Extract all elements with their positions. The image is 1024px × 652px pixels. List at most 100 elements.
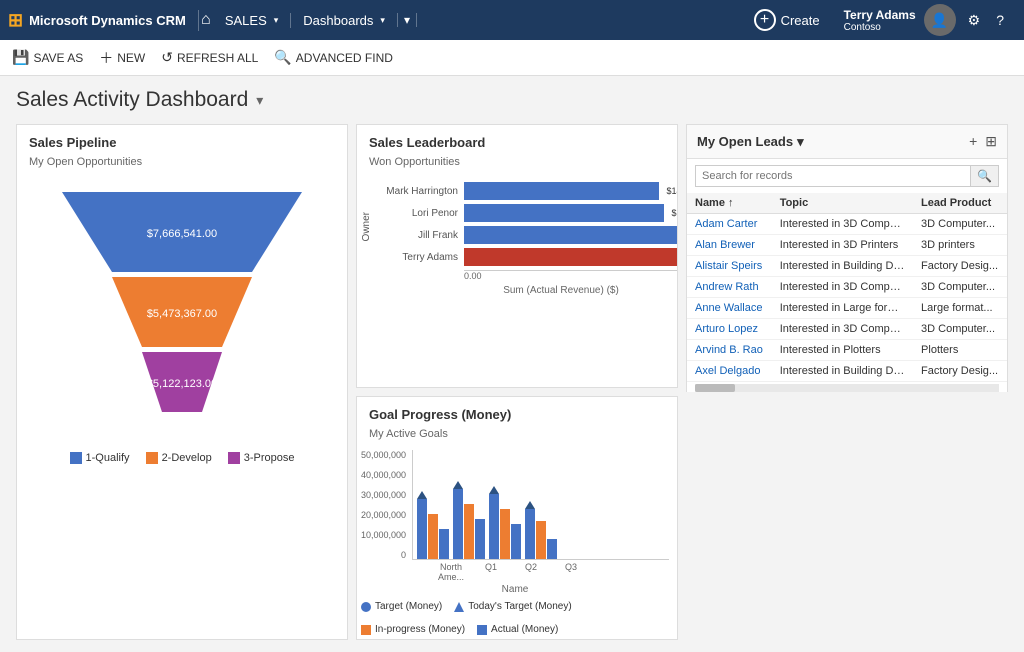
leads-col-topic[interactable]: Topic: [772, 193, 913, 214]
q3-inprogress-bar: [536, 521, 546, 559]
y-30m: 30,000,000: [361, 490, 406, 500]
terry-adams-label: Terry Adams: [378, 252, 458, 263]
leads-section-header: My Open Leads ▾ + ⊞: [687, 125, 1007, 159]
user-name: Terry Adams: [844, 8, 916, 22]
todays-target-triangle-icon: [454, 602, 464, 612]
lead-product: Factory Desig...: [913, 256, 1007, 277]
pipeline-subtitle: My Open Opportunities: [17, 156, 347, 174]
home-icon[interactable]: ⌂: [201, 11, 211, 29]
leads-table-wrapper: Name ↑ Topic Lead Product Adam Carter In…: [687, 193, 1007, 382]
leads-table-row[interactable]: Andrew Rath Interested in 3D Computer-ai…: [687, 277, 1007, 298]
leads-col-product[interactable]: Lead Product: [913, 193, 1007, 214]
lead-product: 3D printers: [913, 235, 1007, 256]
leads-table-row[interactable]: Alan Brewer Interested in 3D Printers 3D…: [687, 235, 1007, 256]
sales-label: SALES: [225, 13, 267, 28]
mark-harrington-value: $14,466,153.86: [666, 186, 678, 196]
leads-table-row[interactable]: Alistair Speirs Interested in Building D…: [687, 256, 1007, 277]
top-navigation: ⊞ Microsoft Dynamics CRM ⌂ SALES ▾ Dashb…: [0, 0, 1024, 40]
na-target-bar: [417, 499, 427, 559]
y-50m: 50,000,000: [361, 450, 406, 460]
leads-table-row[interactable]: Anne Wallace Interested in Large format …: [687, 298, 1007, 319]
page-title: Sales Activity Dashboard: [16, 88, 248, 112]
inprogress-square-icon: [361, 625, 371, 635]
leads-title-caret[interactable]: ▾: [797, 134, 804, 150]
leads-search-box: 🔍: [695, 165, 999, 187]
goal-progress-panel: Goal Progress (Money) My Active Goals 50…: [356, 396, 678, 640]
user-avatar[interactable]: 👤: [924, 4, 956, 36]
pipeline-title: Sales Pipeline: [17, 125, 347, 156]
find-icon: 🔍: [274, 49, 291, 66]
refresh-all-button[interactable]: ↺ REFRESH ALL: [161, 49, 258, 66]
create-label: Create: [781, 13, 820, 28]
leads-table-row[interactable]: Arvind B. Rao Interested in Plotters Plo…: [687, 340, 1007, 361]
q2-target-bar: [489, 494, 499, 559]
help-icon[interactable]: ?: [992, 12, 1008, 28]
lead-name: Anne Wallace: [687, 298, 772, 319]
leads-search-button[interactable]: 🔍: [970, 166, 998, 186]
sales-leaderboard-panel: Sales Leaderboard Won Opportunities Owne…: [356, 124, 678, 388]
y-40m: 40,000,000: [361, 470, 406, 480]
leads-search-input[interactable]: [696, 167, 970, 185]
leads-table-row[interactable]: Adam Carter Interested in 3D Computer-ai…: [687, 214, 1007, 235]
q3-triangle: [525, 501, 535, 509]
advanced-find-button[interactable]: 🔍 ADVANCED FIND: [274, 49, 393, 66]
lead-name: Arturo Lopez: [687, 319, 772, 340]
refresh-icon: ↺: [161, 49, 173, 66]
qualify-value: $7,666,541.00: [147, 228, 217, 240]
q1-target-bar: [453, 489, 463, 559]
legend-target: Target (Money): [361, 601, 442, 612]
leads-section-title: My Open Leads ▾: [697, 134, 804, 150]
create-circle-icon: +: [754, 9, 776, 31]
lead-product: Plotters: [913, 340, 1007, 361]
goal-chart-body: 50,000,000 40,000,000 30,000,000 20,000,…: [361, 450, 669, 560]
save-as-button[interactable]: 💾 SAVE AS: [12, 49, 83, 66]
bar-lori-penor: Lori Penor $14,845,812.99: [378, 204, 678, 222]
gear-icon[interactable]: ⚙: [964, 12, 985, 29]
legend-todays-target: Today's Target (Money): [454, 601, 571, 612]
y-10m: 10,000,000: [361, 530, 406, 540]
dashboards-label: Dashboards: [303, 13, 373, 28]
dashboards-nav[interactable]: Dashboards ▾: [291, 13, 397, 28]
target-circle-icon: [361, 602, 371, 612]
qualify-color: [70, 452, 82, 464]
new-icon: ＋: [99, 48, 113, 68]
jill-frank-bar: $16,619,638.25: [464, 226, 678, 244]
lead-name: Alistair Speirs: [687, 256, 772, 277]
leads-horizontal-scrollbar[interactable]: [695, 384, 999, 392]
propose-label: 3-Propose: [244, 452, 295, 464]
legend-actual: Actual (Money): [477, 624, 558, 635]
q3-target-bar: [525, 509, 535, 559]
qualify-label: 1-Qualify: [86, 452, 130, 464]
page-title-dropdown[interactable]: ▾: [256, 92, 263, 109]
brand-logo[interactable]: ⊞ Microsoft Dynamics CRM: [8, 10, 199, 31]
target-label: Target (Money): [375, 601, 442, 612]
new-button[interactable]: ＋ NEW: [99, 48, 145, 68]
dashboards-caret: ▾: [380, 15, 385, 26]
legend-develop: 2-Develop: [146, 452, 212, 464]
mark-harrington-label: Mark Harrington: [378, 186, 458, 197]
leads-col-name[interactable]: Name ↑: [687, 193, 772, 214]
sales-nav[interactable]: SALES ▾: [213, 13, 291, 28]
create-button[interactable]: + Create: [754, 9, 820, 31]
legend-inprogress: In-progress (Money): [361, 624, 465, 635]
lead-product: Factory Desig...: [913, 361, 1007, 382]
north-america-group: [417, 499, 449, 559]
leads-table-row[interactable]: Axel Delgado Interested in Building Desi…: [687, 361, 1007, 382]
legend-qualify: 1-Qualify: [70, 452, 130, 464]
q3-group: [525, 509, 557, 559]
x-axis-labels: 0.00 20,000,000.00: [378, 271, 678, 281]
leads-table-row[interactable]: Arturo Lopez Interested in 3D Computer-a…: [687, 319, 1007, 340]
bar-terry-adams: Terry Adams $30,821,322.27: [378, 248, 678, 266]
lead-product: Large format...: [913, 298, 1007, 319]
q2-actual-bar: [511, 524, 521, 559]
refresh-label: REFRESH ALL: [177, 51, 258, 65]
leads-view-icon[interactable]: ⊞: [985, 133, 997, 150]
sales-caret: ▾: [274, 15, 279, 26]
page-header: Sales Activity Dashboard ▾: [0, 76, 1024, 120]
leads-add-icon[interactable]: +: [969, 133, 977, 150]
sales-pipeline-panel: Sales Pipeline My Open Opportunities $7,…: [16, 124, 348, 640]
leads-title-text: My Open Leads: [697, 134, 793, 149]
y-axis-labels: 50,000,000 40,000,000 30,000,000 20,000,…: [361, 450, 410, 560]
right-panel: My Open Leads ▾ + ⊞ 🔍 Name ↑ Topic: [682, 120, 1012, 392]
more-nav-icon[interactable]: ▾: [404, 13, 410, 27]
